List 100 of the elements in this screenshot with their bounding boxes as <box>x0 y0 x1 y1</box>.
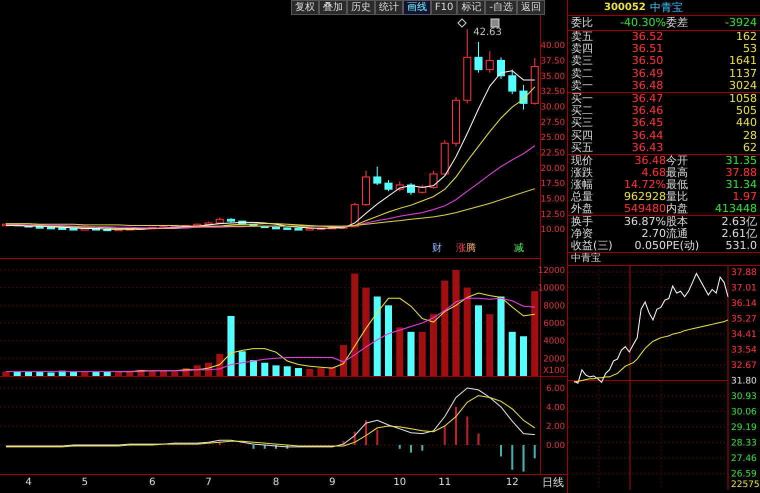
field-value: 36.48 <box>634 155 666 168</box>
axis-label: 36.14 <box>731 299 757 310</box>
field-value: 14.72% <box>623 179 666 192</box>
axis-label: 22575 <box>731 480 760 490</box>
axis-label: 37.50 <box>540 56 565 66</box>
date-label: 9 <box>329 477 336 488</box>
axis-label: 37.88 <box>731 268 757 278</box>
axis-label: 6.00 <box>546 384 565 394</box>
axis-label: 25.00 <box>540 133 565 144</box>
date-label: 11 <box>438 477 452 488</box>
field-label: 涨幅 <box>571 179 594 192</box>
field-label: 今开 <box>666 155 689 168</box>
field-label: 委差 <box>666 17 689 29</box>
order-level-label: 买二 <box>571 105 594 118</box>
axis-label: 26.59 <box>731 469 757 480</box>
field-label: 最高 <box>666 167 689 180</box>
axis-label: 10.00 <box>540 225 565 236</box>
axis-label: 0.00 <box>546 441 565 451</box>
axis-label: 12.50 <box>540 210 565 220</box>
field-value: 0.050 <box>634 240 666 252</box>
field-value: 413448 <box>714 203 757 216</box>
stock-name: 中青宝 <box>650 0 683 15</box>
field-value: 531.0 <box>724 240 757 252</box>
field-value: 37.88 <box>724 167 757 180</box>
field-label: PE(动) <box>666 240 700 252</box>
stock-code: 300052 <box>604 2 646 13</box>
axis-label: 6000 <box>543 319 565 329</box>
order-level-label: 买五 <box>571 142 594 154</box>
order-level-label: 卖五 <box>571 31 594 43</box>
axis-label: 2000 <box>543 354 565 364</box>
order-level-label: 买一 <box>571 93 594 106</box>
field-label: 收益(三) <box>571 240 614 252</box>
axis-label: 28.33 <box>731 438 757 448</box>
axis-label: 31.80 <box>731 376 757 387</box>
axis-label: 30.00 <box>540 102 565 112</box>
field-label: 委比 <box>571 17 594 29</box>
field-label: 净资 <box>571 228 594 240</box>
order-volume: 1058 <box>728 93 757 106</box>
order-volume: 3024 <box>728 80 757 92</box>
field-label: 流通 <box>666 228 688 240</box>
axis-label: 33.54 <box>731 346 757 356</box>
axis-label: 4000 <box>543 336 565 347</box>
axis-label: 4.00 <box>546 402 565 413</box>
field-label: 最低 <box>666 179 689 192</box>
order-price: 36.50 <box>630 55 664 68</box>
field-label: 换手 <box>571 216 594 228</box>
axis-label: 35.00 <box>540 72 565 82</box>
field-value: 962928 <box>623 191 666 204</box>
field-label: 内盘 <box>666 203 689 216</box>
peak-price-label: 42.63 <box>473 27 502 38</box>
axis-label: 8000 <box>543 301 565 312</box>
field-value: -40.30% <box>619 17 666 29</box>
order-level-label: 卖一 <box>571 80 594 92</box>
order-level-label: 卖三 <box>571 55 594 68</box>
axis-label: 32.67 <box>731 361 757 371</box>
date-label: 7 <box>205 477 212 488</box>
field-label: 股本 <box>666 216 689 228</box>
order-price: 36.43 <box>630 142 664 154</box>
axis-label: 37.01 <box>731 284 757 294</box>
axis-label: 40.00 <box>540 41 565 52</box>
axis-label: 2.00 <box>546 422 565 432</box>
order-volume: 505 <box>735 105 757 118</box>
order-volume: 62 <box>742 142 757 154</box>
axis-label: 22.50 <box>540 148 565 158</box>
field-label: 总量 <box>571 191 594 204</box>
order-volume: 28 <box>742 130 757 142</box>
order-level-label: 买四 <box>571 130 594 142</box>
date-label: 5 <box>82 477 88 488</box>
axis-label: 15.00 <box>540 194 565 204</box>
order-price: 36.52 <box>630 31 664 44</box>
chart-title: 中青宝 <box>568 253 760 266</box>
order-level-label: 卖二 <box>571 68 594 80</box>
date-label: 6 <box>149 477 156 488</box>
field-value: 2.70 <box>640 228 666 240</box>
field-value: 549480 <box>623 203 666 216</box>
order-volume: 440 <box>735 117 757 130</box>
axis-label: 32.50 <box>540 87 565 98</box>
period-label: 日线 <box>542 476 564 488</box>
field-value: 31.34 <box>724 179 757 192</box>
field-label: 现价 <box>571 155 594 168</box>
order-price: 36.45 <box>630 117 664 130</box>
field-value: 36.87% <box>623 216 666 228</box>
axis-label: 30.06 <box>731 408 757 418</box>
axis-label: 20.00 <box>540 164 565 174</box>
order-price: 36.44 <box>630 130 664 142</box>
axis-label: 35.27 <box>731 314 757 325</box>
date-label: 4 <box>25 477 32 488</box>
axis-unit: X100 <box>542 366 565 376</box>
order-level-label: 买三 <box>571 117 594 130</box>
date-label: 10 <box>393 477 406 488</box>
axis-label: 34.41 <box>731 330 757 340</box>
field-value: 31.35 <box>724 155 757 168</box>
field-value: -3924 <box>724 17 757 29</box>
axis-label: 27.46 <box>731 454 757 464</box>
order-price: 36.49 <box>630 68 664 80</box>
order-price: 36.48 <box>630 80 664 92</box>
field-label: 涨跌 <box>571 167 594 180</box>
order-volume: 53 <box>742 43 757 56</box>
order-level-label: 卖四 <box>571 43 594 56</box>
field-value: 2.63亿 <box>720 216 757 228</box>
